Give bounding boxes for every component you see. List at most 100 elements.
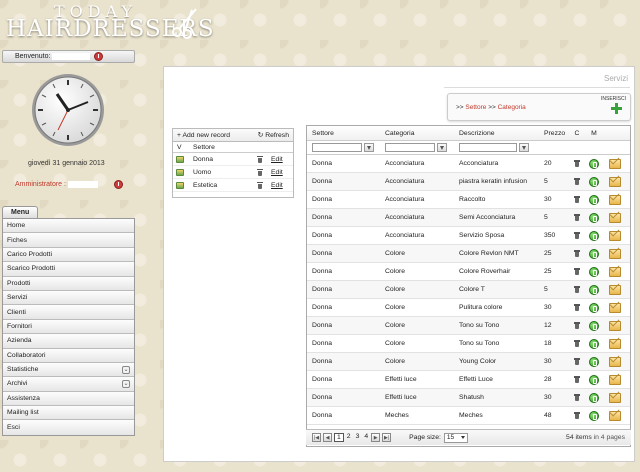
message-button[interactable] [603, 356, 627, 367]
table-row[interactable]: Donna Colore Tono su Tono 12 [307, 317, 630, 335]
table-row[interactable]: Donna Meches Meches 48 [307, 407, 630, 425]
message-button[interactable] [603, 302, 627, 313]
delete-button[interactable] [249, 181, 271, 189]
delete-button[interactable] [249, 168, 271, 176]
table-row[interactable]: Donna Colore Colore Roverhair 25 [307, 263, 630, 281]
menu-item[interactable]: Servizi [3, 290, 134, 306]
prev-page-icon[interactable]: ◀ [323, 433, 332, 442]
delete-button[interactable] [569, 376, 585, 383]
delete-button[interactable] [569, 322, 585, 329]
breadcrumb-settore[interactable]: Settore [465, 104, 486, 111]
menu-item[interactable]: Clienti [3, 305, 134, 320]
edit-link[interactable]: Edit [271, 156, 283, 163]
message-button[interactable] [603, 320, 627, 331]
delete-button[interactable] [569, 250, 585, 257]
filter-descrizione-input[interactable] [459, 143, 517, 152]
sector-row[interactable]: Estetica Edit [173, 179, 293, 192]
status-button[interactable] [585, 194, 603, 205]
message-button[interactable] [603, 176, 627, 187]
col-descrizione[interactable]: Descrizione [455, 130, 541, 137]
menu-tab[interactable]: Menu [2, 206, 39, 218]
table-row[interactable]: Donna Acconciatura piastra keratin infusio… [307, 173, 630, 191]
page-number[interactable]: 2 [345, 433, 353, 442]
next-page-icon[interactable]: ▶ [371, 433, 381, 442]
page-number[interactable]: 3 [354, 433, 362, 442]
table-row[interactable]: Donna Effetti luce Effetti Luce 28 [307, 371, 630, 389]
page-number[interactable]: 1 [334, 433, 344, 442]
status-button[interactable] [585, 356, 603, 367]
menu-item[interactable]: Carico Prodotti [3, 247, 134, 263]
first-page-icon[interactable]: |◀ [312, 433, 321, 442]
table-row[interactable]: Donna Colore Young Color 30 [307, 353, 630, 371]
table-row[interactable]: Donna Acconciatura Raccolto 30 [307, 191, 630, 209]
status-button[interactable] [585, 176, 603, 187]
col-prezzo[interactable]: Prezzo [541, 130, 569, 137]
message-button[interactable] [603, 392, 627, 403]
message-button[interactable] [603, 284, 627, 295]
last-page-icon[interactable]: ▶| [382, 433, 392, 442]
role-logout-button[interactable] [113, 180, 123, 189]
menu-item[interactable]: Collaboratori [3, 348, 134, 363]
message-button[interactable] [603, 410, 627, 421]
page-number[interactable]: 4 [362, 433, 370, 442]
delete-button[interactable] [569, 178, 585, 185]
delete-button[interactable] [249, 155, 271, 163]
message-button[interactable] [603, 374, 627, 385]
menu-item[interactable]: Azienda [3, 334, 134, 349]
filter-categoria-icon[interactable] [437, 143, 447, 152]
table-row[interactable]: Donna Effetti luce Shatush 30 [307, 389, 630, 407]
status-button[interactable] [585, 410, 603, 421]
status-button[interactable] [585, 320, 603, 331]
table-row[interactable]: Donna Acconciatura Acconciatura 20 [307, 155, 630, 173]
menu-item[interactable]: Mailing list [3, 406, 134, 421]
status-button[interactable] [585, 374, 603, 385]
sector-row[interactable]: Donna Edit [173, 153, 293, 166]
status-button[interactable] [585, 302, 603, 313]
menu-item[interactable]: Assistenza [3, 391, 134, 407]
filter-settore-input[interactable] [312, 143, 362, 152]
logout-button[interactable] [94, 52, 104, 61]
col-settore[interactable]: Settore [307, 130, 381, 137]
message-button[interactable] [603, 266, 627, 277]
message-button[interactable] [603, 338, 627, 349]
delete-button[interactable] [569, 232, 585, 239]
chevron-down-icon[interactable]: ⌄ [122, 365, 130, 374]
message-button[interactable] [603, 212, 627, 223]
delete-button[interactable] [569, 268, 585, 275]
page-size-select[interactable]: 15 [443, 432, 468, 443]
message-button[interactable] [603, 158, 627, 169]
menu-item[interactable]: Home [3, 219, 134, 234]
delete-button[interactable] [569, 214, 585, 221]
menu-item[interactable]: Fornitori [3, 319, 134, 335]
status-button[interactable] [585, 158, 603, 169]
status-button[interactable] [585, 230, 603, 241]
menu-item[interactable]: Fiches [3, 233, 134, 248]
chevron-down-icon[interactable]: ⌄ [122, 379, 130, 388]
edit-link[interactable]: Edit [271, 182, 283, 189]
table-row[interactable]: Donna Acconciatura Servizio Sposa 350 [307, 227, 630, 245]
edit-link[interactable]: Edit [271, 169, 283, 176]
message-button[interactable] [603, 248, 627, 259]
filter-descrizione-icon[interactable] [519, 143, 529, 152]
message-button[interactable] [603, 230, 627, 241]
delete-button[interactable] [569, 286, 585, 293]
add-new-record-button[interactable]: + Add new record [177, 132, 230, 139]
sector-row-select[interactable] [173, 155, 193, 163]
status-button[interactable] [585, 248, 603, 259]
table-row[interactable]: Donna Colore Pulitura colore 30 [307, 299, 630, 317]
refresh-button[interactable]: ↻ Refresh [258, 131, 289, 139]
filter-categoria-input[interactable] [385, 143, 435, 152]
delete-button[interactable] [569, 160, 585, 167]
delete-button[interactable] [569, 340, 585, 347]
table-row[interactable]: Donna Acconciatura Semi Acconciatura 5 [307, 209, 630, 227]
delete-button[interactable] [569, 304, 585, 311]
menu-item[interactable]: Archivi ⌄ [3, 377, 134, 392]
sector-row[interactable]: Uomo Edit [173, 166, 293, 179]
message-button[interactable] [603, 194, 627, 205]
delete-button[interactable] [569, 358, 585, 365]
menu-item[interactable]: Statistiche ⌄ [3, 362, 134, 378]
add-plus-icon[interactable] [611, 103, 622, 114]
menu-item[interactable]: Esci [3, 420, 134, 435]
status-button[interactable] [585, 392, 603, 403]
status-button[interactable] [585, 338, 603, 349]
